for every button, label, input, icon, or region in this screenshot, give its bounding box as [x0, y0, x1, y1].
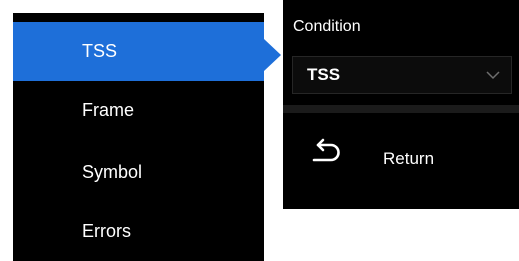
condition-panel: Condition TSS Return: [283, 0, 519, 209]
menu-item-label: Frame: [82, 100, 135, 120]
menu-item-label: TSS: [82, 41, 118, 61]
chevron-down-icon: [486, 71, 500, 80]
panel-title: Condition: [293, 18, 361, 35]
selection-pointer-icon: [264, 39, 281, 71]
menu-item-errors[interactable]: Errors: [13, 202, 264, 261]
return-arrow-icon: [312, 138, 340, 162]
condition-select[interactable]: TSS: [292, 56, 512, 94]
stage: TSS Frame Symbol Errors Condition TSS Re…: [0, 0, 519, 261]
menu-item-label: Errors: [82, 221, 131, 241]
return-label: Return: [383, 149, 435, 168]
menu-item-frame[interactable]: Frame: [13, 81, 264, 140]
menu-item-tss[interactable]: TSS: [13, 22, 264, 81]
menu-item-symbol[interactable]: Symbol: [13, 143, 264, 202]
divider: [283, 105, 519, 113]
condition-select-value: TSS: [307, 65, 341, 84]
left-menu: TSS Frame Symbol Errors: [13, 13, 264, 261]
menu-item-label: Symbol: [82, 162, 143, 182]
return-button[interactable]: Return: [283, 130, 519, 186]
